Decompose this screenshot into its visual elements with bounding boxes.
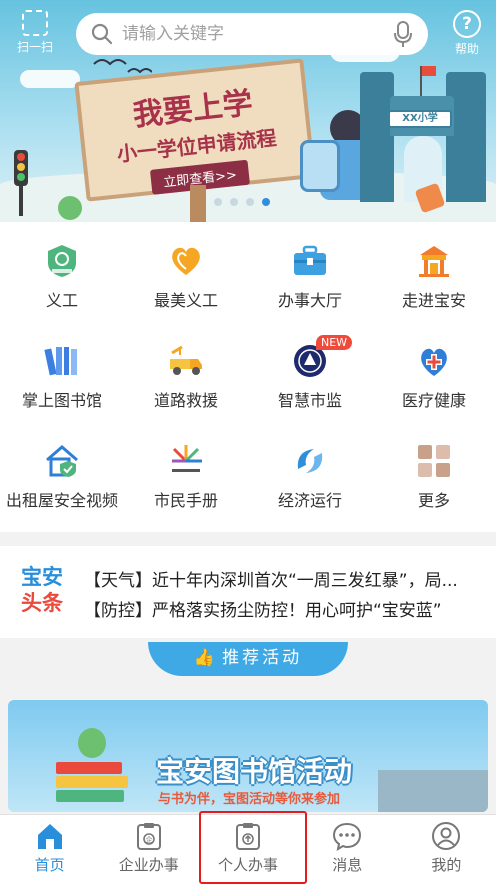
service-label: 最美义工 (153, 291, 218, 310)
service-volunteer[interactable]: 义工 (0, 222, 124, 322)
tab-messages[interactable]: 消息 (298, 815, 397, 886)
scan-button[interactable]: 扫一扫 (12, 10, 58, 55)
news-item[interactable]: 【防控】严格落实扬尘防控！用心呵护“宝安蓝” (84, 596, 488, 621)
service-label: 市民手册 (153, 491, 218, 510)
carousel-dot[interactable] (246, 198, 254, 206)
service-label: 掌上图书馆 (21, 391, 102, 410)
carousel-dot[interactable] (230, 198, 238, 206)
help-label: 帮助 (454, 42, 479, 56)
message-icon (332, 821, 362, 852)
service-label: 医疗健康 (401, 391, 466, 410)
search-input[interactable] (122, 24, 392, 44)
activity-subtitle: 与书为伴，宝图活动等你来参加 (158, 792, 341, 807)
tree-illustration (58, 196, 82, 220)
pavilion-icon (416, 243, 452, 279)
search-bar[interactable] (76, 13, 428, 55)
microphone-icon[interactable] (392, 20, 414, 48)
service-label: 更多 (417, 491, 450, 510)
school-sign: XX小学 (388, 110, 452, 128)
service-smart-market-supervision[interactable]: NEW 智慧市监 (248, 322, 372, 422)
news-logo-bottom: 头条 (21, 591, 63, 615)
service-label: 出租屋安全视频 (5, 491, 118, 510)
library-activity-banner[interactable]: 宝安图书馆活动 与书为伴，宝图活动等你来参加 (8, 700, 488, 812)
service-medical-health[interactable]: 医疗健康 (372, 322, 496, 422)
emblem-icon: NEW (292, 335, 353, 379)
tab-home[interactable]: 首页 (0, 815, 99, 886)
tab-label: 消息 (332, 856, 363, 874)
thumbs-up-icon: 👍 (193, 648, 219, 668)
tab-label: 企业办事 (118, 856, 179, 874)
service-grid: 义工 最美义工 办事大厅 走进宝安 掌上图书馆 道路救援 NEW 智慧市监 医疗… (0, 222, 496, 532)
highlight-box (199, 811, 307, 884)
new-badge: NEW (316, 335, 353, 350)
promo-banner[interactable]: 我要上学 小一学位申请流程 立即查看>> XX小学 扫一扫 ? 帮助 (0, 0, 496, 222)
service-label: 义工 (45, 291, 78, 310)
recommend-title: 推荐活动 (222, 648, 303, 668)
news-item[interactable]: 【天气】近十年内深圳首次“一周三发红暴”，局... (84, 566, 488, 591)
service-best-volunteer[interactable]: 最美义工 (124, 222, 248, 322)
volunteer-badge-icon (44, 243, 80, 279)
medical-cross-icon (416, 343, 452, 379)
heart-icon (168, 243, 204, 279)
economy-logo-icon (292, 443, 328, 479)
search-icon (91, 23, 113, 45)
service-citizen-manual[interactable]: 市民手册 (124, 422, 248, 522)
activity-title: 宝安图书馆活动 (156, 755, 353, 788)
tow-truck-icon (168, 343, 204, 379)
tab-label: 首页 (34, 856, 65, 874)
books-icon (44, 343, 80, 379)
briefcase-icon (292, 243, 328, 279)
tab-enterprise[interactable]: 企 企业办事 (99, 815, 198, 886)
svg-text:企: 企 (145, 835, 152, 844)
service-label: 走进宝安 (401, 291, 466, 310)
headline-news: 宝安 头条 【天气】近十年内深圳首次“一周三发红暴”，局... 【防控】严格落实… (0, 546, 496, 638)
more-grid-icon (416, 443, 452, 479)
carousel-dot[interactable] (214, 198, 222, 206)
user-icon (431, 821, 461, 851)
help-button[interactable]: ? 帮助 (444, 10, 490, 57)
books-illustration (56, 760, 128, 802)
service-road-rescue[interactable]: 道路救援 (124, 322, 248, 422)
service-label: 办事大厅 (277, 291, 342, 310)
service-label: 经济运行 (277, 491, 342, 510)
carousel-dot-active[interactable] (262, 198, 270, 206)
traffic-light-illustration (14, 150, 28, 186)
tab-label: 我的 (431, 856, 462, 874)
question-mark-icon: ? (453, 10, 481, 38)
manual-logo-icon (168, 443, 204, 479)
home-icon (35, 821, 65, 851)
service-service-hall[interactable]: 办事大厅 (248, 222, 372, 322)
service-more[interactable]: 更多 (372, 422, 496, 522)
house-shield-icon (44, 443, 80, 479)
enterprise-clipboard-icon: 企 (134, 821, 164, 851)
recommend-section-header: 👍 推荐活动 (148, 642, 348, 676)
tab-mine[interactable]: 我的 (397, 815, 496, 886)
news-logo-top: 宝安 (21, 565, 63, 589)
service-mobile-library[interactable]: 掌上图书馆 (0, 322, 124, 422)
banner-sign: 我要上学 小一学位申请流程 立即查看>> (74, 58, 316, 202)
scan-icon (22, 10, 48, 36)
service-rental-safety-video[interactable]: 出租屋安全视频 (0, 422, 124, 522)
service-explore-baoan[interactable]: 走进宝安 (372, 222, 496, 322)
baoan-headline-logo: 宝安 头条 (14, 564, 70, 616)
service-label: 道路救援 (153, 391, 218, 410)
carousel-indicator (214, 198, 270, 206)
service-economic-operation[interactable]: 经济运行 (248, 422, 372, 522)
scan-label: 扫一扫 (16, 40, 53, 54)
service-label: 智慧市监 (277, 391, 342, 410)
